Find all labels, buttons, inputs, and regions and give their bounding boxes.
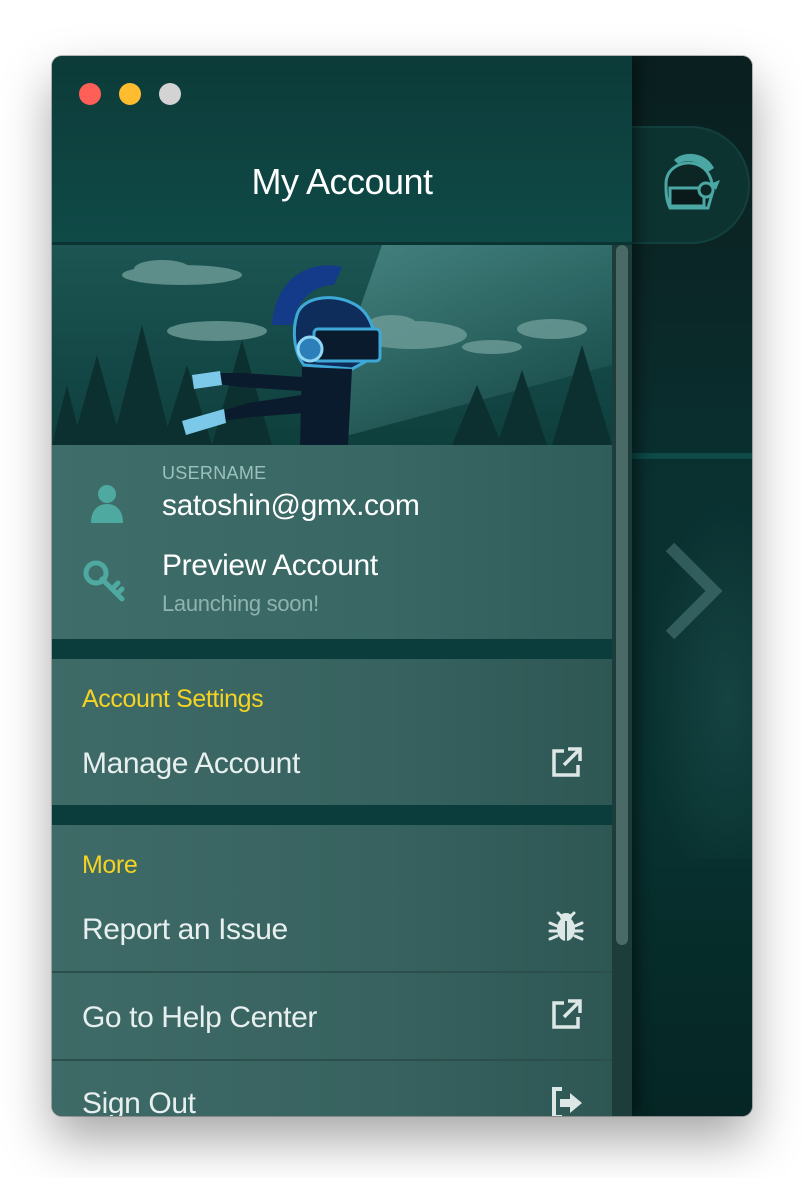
username-value: satoshin@gmx.com (162, 489, 420, 522)
zoom-window-button[interactable] (159, 83, 181, 105)
bug-icon[interactable] (548, 909, 584, 945)
section-gap (52, 805, 612, 825)
account-settings-heading: Account Settings (82, 685, 264, 713)
account-info-panel: USERNAME satoshin@gmx.com Preview Accoun… (52, 445, 612, 639)
page-title: My Account (251, 161, 433, 202)
key-icon (83, 560, 125, 602)
helmet-icon (664, 153, 720, 210)
sign-out-button[interactable]: Sign Out (82, 1087, 196, 1116)
scroll-thumb[interactable] (616, 245, 628, 945)
user-icon (91, 485, 123, 523)
app-window: My Account USERNAME satoshin@gmx.com Pre… (52, 56, 752, 1116)
section-gap (52, 639, 612, 659)
account-settings-section: Account Settings Manage Account (52, 659, 612, 805)
drawer-scrollbar[interactable] (612, 245, 632, 1116)
external-link-icon[interactable] (548, 745, 584, 781)
manage-account-link[interactable]: Manage Account (82, 747, 300, 781)
plan-note: Launching soon! (162, 591, 319, 616)
minimize-window-button[interactable] (119, 83, 141, 105)
plan-name: Preview Account (162, 549, 378, 582)
report-issue-link[interactable]: Report an Issue (82, 913, 288, 947)
sign-out-icon[interactable] (548, 1085, 584, 1116)
banner-illustration (52, 245, 612, 445)
banner-scene (52, 245, 612, 445)
row-divider (52, 971, 612, 973)
chevron-right-icon[interactable] (662, 541, 722, 641)
more-heading: More (82, 851, 138, 879)
row-divider (52, 1059, 612, 1061)
more-section: More Report an Issue Go to Help Center S… (52, 825, 612, 1116)
username-label: USERNAME (162, 463, 267, 483)
close-window-button[interactable] (79, 83, 101, 105)
world-map-background (632, 459, 752, 859)
help-center-link[interactable]: Go to Help Center (82, 1001, 317, 1035)
title-bar: My Account (52, 56, 632, 245)
external-link-icon[interactable] (548, 997, 584, 1033)
avatar-button[interactable] (632, 126, 750, 244)
account-drawer: My Account USERNAME satoshin@gmx.com Pre… (52, 56, 632, 1116)
